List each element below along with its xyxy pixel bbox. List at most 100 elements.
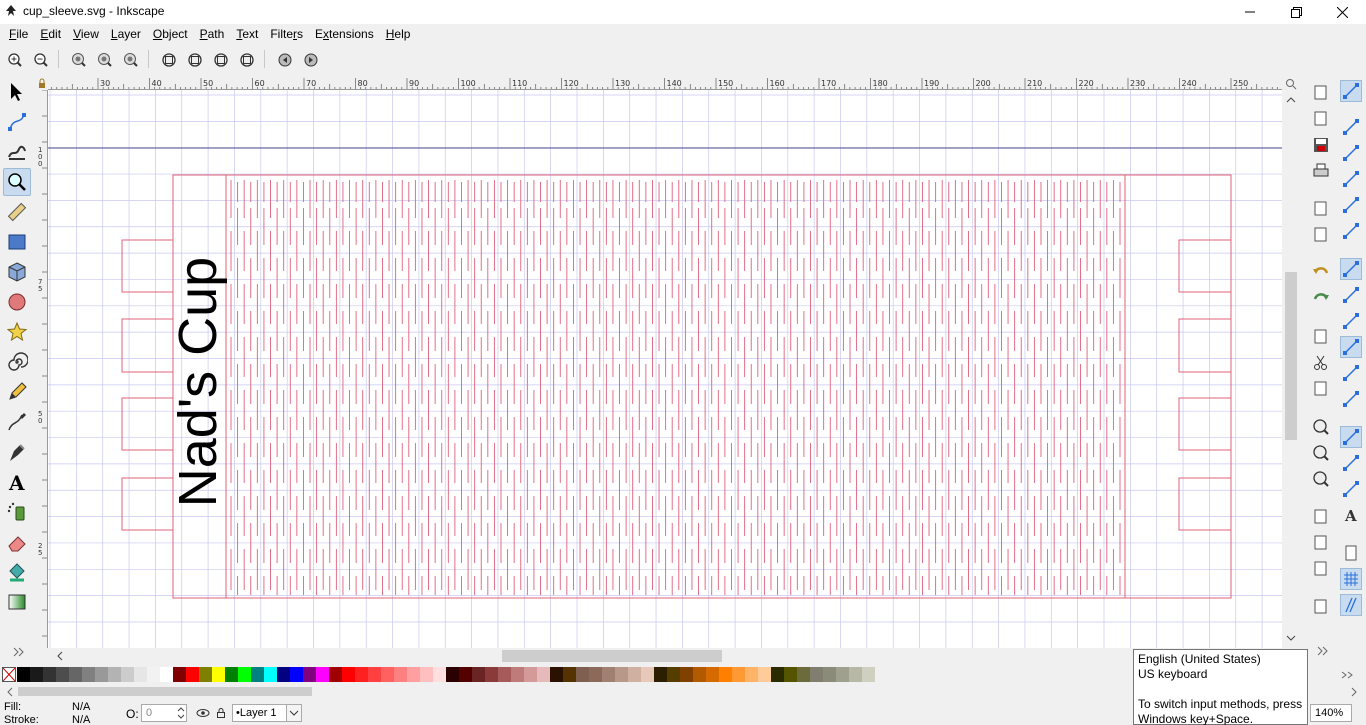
snap-paths-toggle[interactable] <box>1340 284 1362 306</box>
snap-text-baseline-toggle[interactable]: A <box>1340 504 1362 526</box>
print-button[interactable] <box>1310 160 1332 182</box>
spin-arrows-icon[interactable] <box>177 705 185 721</box>
zoom-page-button[interactable] <box>210 49 232 71</box>
menu-item-0[interactable]: File <box>3 24 34 44</box>
color-swatch[interactable] <box>95 667 108 682</box>
undo-button[interactable] <box>1310 262 1332 284</box>
open-button[interactable] <box>1310 108 1332 130</box>
spiral-tool[interactable] <box>3 348 31 376</box>
color-swatch[interactable] <box>134 667 147 682</box>
color-swatch[interactable] <box>628 667 641 682</box>
color-swatch[interactable] <box>654 667 667 682</box>
color-swatch[interactable] <box>459 667 472 682</box>
zoom-prev-button[interactable] <box>274 49 296 71</box>
color-swatch[interactable] <box>407 667 420 682</box>
color-swatch[interactable] <box>43 667 56 682</box>
color-swatch[interactable] <box>602 667 615 682</box>
cup-sleeve-outline[interactable] <box>121 174 1232 599</box>
color-swatch[interactable] <box>394 667 407 682</box>
color-swatch[interactable] <box>420 667 433 682</box>
menu-item-6[interactable]: Text <box>230 24 264 44</box>
color-swatch[interactable] <box>342 667 355 682</box>
pen-tool[interactable] <box>3 408 31 436</box>
color-swatch[interactable] <box>225 667 238 682</box>
zoom-corner-icon[interactable] <box>1284 78 1298 90</box>
ellipse-tool[interactable] <box>3 288 31 316</box>
tweak-tool[interactable] <box>3 138 31 166</box>
menu-item-7[interactable]: Filters <box>264 24 309 44</box>
menu-item-4[interactable]: Object <box>147 24 194 44</box>
menu-item-9[interactable]: Help <box>380 24 417 44</box>
color-swatch[interactable] <box>498 667 511 682</box>
snap-others-toggle[interactable] <box>1340 426 1362 448</box>
snap-bbox-toggle[interactable] <box>1340 116 1362 138</box>
color-swatch[interactable] <box>446 667 459 682</box>
palette-scroll-thumb[interactable] <box>18 687 312 696</box>
clone-button[interactable] <box>1310 532 1332 554</box>
close-button[interactable] <box>1319 0 1365 24</box>
color-swatch[interactable] <box>667 667 680 682</box>
horizontal-scrollbar[interactable] <box>48 648 1282 664</box>
color-swatch[interactable] <box>56 667 69 682</box>
spray-tool[interactable] <box>3 498 31 526</box>
color-swatch[interactable] <box>329 667 342 682</box>
scroll-left-icon[interactable] <box>54 648 66 664</box>
color-swatch[interactable] <box>264 667 277 682</box>
opacity-spinbox[interactable]: 0 <box>141 704 187 722</box>
zoom-selection-button[interactable] <box>1310 416 1332 438</box>
copy-button[interactable] <box>1310 326 1332 348</box>
minimize-button[interactable] <box>1227 0 1273 24</box>
scroll-up-icon[interactable] <box>1283 94 1299 106</box>
color-swatch[interactable] <box>641 667 654 682</box>
paste-button[interactable] <box>1310 378 1332 400</box>
node-tool[interactable] <box>3 108 31 136</box>
star-tool[interactable] <box>3 318 31 346</box>
calligraphy-tool[interactable] <box>3 438 31 466</box>
zoom-page-width-button[interactable] <box>236 49 258 71</box>
snap-intersection-toggle[interactable] <box>1340 310 1362 332</box>
color-swatch[interactable] <box>537 667 550 682</box>
color-swatch[interactable] <box>238 667 251 682</box>
snap-page-border-toggle[interactable] <box>1340 542 1362 564</box>
color-swatch[interactable] <box>784 667 797 682</box>
menu-item-8[interactable]: Extensions <box>309 24 380 44</box>
color-swatch[interactable] <box>524 667 537 682</box>
color-swatch[interactable] <box>30 667 43 682</box>
color-swatch[interactable] <box>706 667 719 682</box>
color-swatch[interactable] <box>758 667 771 682</box>
snap-smooth-toggle[interactable] <box>1340 362 1362 384</box>
3d-box-tool[interactable] <box>3 258 31 286</box>
color-swatch[interactable] <box>771 667 784 682</box>
zoom-drawing-button[interactable] <box>184 49 206 71</box>
new-document-button[interactable] <box>1310 82 1332 104</box>
color-swatch[interactable] <box>680 667 693 682</box>
cut-slits[interactable] <box>230 180 1121 595</box>
zoom-field[interactable]: 140% <box>1310 704 1352 722</box>
drawing-canvas[interactable]: Nad's Cup <box>48 90 1282 648</box>
menu-item-3[interactable]: Layer <box>105 24 147 44</box>
no-paint-swatch[interactable] <box>2 667 16 682</box>
color-swatch[interactable] <box>511 667 524 682</box>
color-swatch[interactable] <box>69 667 82 682</box>
paint-bucket-tool[interactable] <box>3 558 31 586</box>
color-swatch[interactable] <box>472 667 485 682</box>
color-swatch[interactable] <box>108 667 121 682</box>
rectangle-tool[interactable] <box>3 228 31 256</box>
color-swatch[interactable] <box>589 667 602 682</box>
expand-icon[interactable] <box>12 646 26 658</box>
color-swatch[interactable] <box>160 667 173 682</box>
more-icon[interactable] <box>1316 645 1330 657</box>
snap-guide-toggle[interactable] <box>1340 594 1362 616</box>
lock-icon[interactable] <box>216 707 226 719</box>
vertical-scrollbar[interactable] <box>1283 90 1299 648</box>
color-swatch[interactable] <box>745 667 758 682</box>
snap-bbox-center-toggle[interactable] <box>1340 220 1362 242</box>
color-swatch[interactable] <box>199 667 212 682</box>
color-swatch[interactable] <box>212 667 225 682</box>
cut-button[interactable] <box>1310 352 1332 374</box>
text-tool[interactable]: A <box>3 468 31 496</box>
gradient-tool[interactable] <box>3 588 31 616</box>
color-swatch[interactable] <box>277 667 290 682</box>
snap-midpoint-toggle[interactable] <box>1340 388 1362 410</box>
snap-enable-toggle[interactable] <box>1340 80 1362 102</box>
